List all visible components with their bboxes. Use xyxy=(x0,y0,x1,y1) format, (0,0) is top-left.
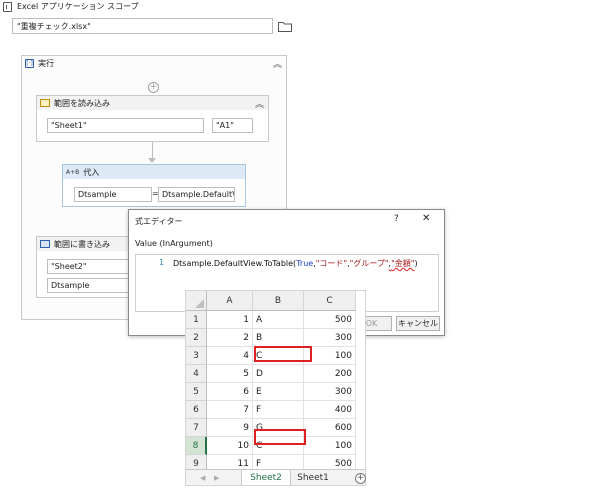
folder-icon xyxy=(277,21,292,32)
dialog-title: 式エディター xyxy=(135,217,183,226)
table-row: 3 4 C 100 xyxy=(186,347,365,365)
sequence-icon: [·] xyxy=(25,58,34,68)
add-sheet-icon[interactable]: + xyxy=(355,473,366,484)
assign-label: 代入 xyxy=(83,167,100,177)
column-header-b[interactable]: B xyxy=(253,291,304,311)
help-icon[interactable]: ? xyxy=(394,214,399,224)
column-header-a[interactable]: A xyxy=(207,291,253,311)
cell-c[interactable]: 500 xyxy=(304,311,356,329)
write-range-header: 範囲に書き込み xyxy=(37,237,140,251)
cell-b[interactable]: E xyxy=(253,383,304,401)
workbook-path-field[interactable]: "重複チェック.xlsx" xyxy=(12,18,273,34)
code-string-amount: "金額" xyxy=(391,259,415,268)
cell-c[interactable]: 300 xyxy=(304,383,356,401)
cell-a[interactable]: 9 xyxy=(207,419,253,437)
assign-value-field[interactable]: Dtsample.DefaultV xyxy=(158,187,235,202)
row-header[interactable]: 5 xyxy=(186,383,207,401)
cell-b[interactable]: A xyxy=(253,311,304,329)
assign-icon: A+B xyxy=(66,168,80,176)
code-string-code: "コード" xyxy=(315,259,348,268)
table-row: 7 9 G 600 xyxy=(186,419,365,437)
excel-icon xyxy=(3,1,12,12)
sequence-label: 実行 xyxy=(38,58,54,68)
row-header[interactable]: 3 xyxy=(186,347,207,365)
add-activity-icon[interactable]: + xyxy=(148,82,159,93)
cell-a[interactable]: 4 xyxy=(207,347,253,365)
cell-b[interactable]: D xyxy=(253,365,304,383)
read-sheet-name-field[interactable]: "Sheet1" xyxy=(47,118,204,133)
cell-a[interactable]: 7 xyxy=(207,401,253,419)
cell-a[interactable]: 5 xyxy=(207,365,253,383)
write-range-icon xyxy=(40,240,50,248)
write-range-activity[interactable]: 範囲に書き込み "Sheet2" Dtsample xyxy=(36,236,142,298)
read-range-header: 範囲を読み込み ︽ xyxy=(37,96,268,110)
table-row: 2 2 B 300 xyxy=(186,329,365,347)
assign-header: A+B 代入 xyxy=(63,165,245,179)
line-number: 1 xyxy=(159,258,165,267)
cell-a[interactable]: 2 xyxy=(207,329,253,347)
cell-c[interactable]: 100 xyxy=(304,347,356,365)
row-header[interactable]: 8 xyxy=(186,437,207,455)
write-range-label: 範囲に書き込み xyxy=(54,239,110,249)
argument-label: Value (InArgument) xyxy=(135,239,213,248)
flow-arrow-icon xyxy=(148,158,156,163)
row-header[interactable]: 4 xyxy=(186,365,207,383)
assign-to-field[interactable]: Dtsample xyxy=(74,187,152,202)
read-range-label: 範囲を読み込み xyxy=(54,98,110,108)
table-row: 5 6 E 300 xyxy=(186,383,365,401)
collapse-icon[interactable]: ︽ xyxy=(273,57,282,70)
excel-scope-header[interactable]: Excel アプリケーション スコープ xyxy=(0,0,305,13)
sheet-tab-sheet1[interactable]: Sheet1 xyxy=(292,470,334,485)
sheet-tab-bar: ◀ ▶ Sheet2 Sheet1 xyxy=(186,469,365,485)
cell-b[interactable]: F xyxy=(253,401,304,419)
cell-a[interactable]: 6 xyxy=(207,383,253,401)
cell-c[interactable]: 300 xyxy=(304,329,356,347)
read-range-activity[interactable]: 範囲を読み込み ︽ "Sheet1" "A1" xyxy=(36,95,269,142)
read-range-icon xyxy=(40,99,50,107)
next-sheet-icon[interactable]: ▶ xyxy=(214,474,219,482)
cell-c[interactable]: 400 xyxy=(304,401,356,419)
spreadsheet: A B C 1 1 A 500 2 2 B 300 3 4 C 100 4 5 D 200 5 6 E 300 6 7 F 4… xyxy=(185,290,366,486)
cell-b[interactable]: B xyxy=(253,329,304,347)
cell-c[interactable]: 100 xyxy=(304,437,356,455)
cell-b[interactable]: C xyxy=(253,437,304,455)
close-icon[interactable]: ✕ xyxy=(422,213,430,224)
table-row: 6 7 F 400 xyxy=(186,401,365,419)
code-keyword: True xyxy=(296,259,314,268)
browse-folder-button[interactable] xyxy=(276,18,293,34)
cell-c[interactable]: 200 xyxy=(304,365,356,383)
select-all-corner[interactable] xyxy=(186,291,207,311)
prev-sheet-icon[interactable]: ◀ xyxy=(200,474,205,482)
row-header[interactable]: 6 xyxy=(186,401,207,419)
row-header[interactable]: 1 xyxy=(186,311,207,329)
cell-a[interactable]: 1 xyxy=(207,311,253,329)
excel-scope-title: Excel アプリケーション スコープ xyxy=(17,2,139,11)
cell-b[interactable]: G xyxy=(253,419,304,437)
code-prefix: Dtsample.DefaultView.ToTable( xyxy=(173,259,297,268)
code-string-group: "グループ" xyxy=(349,259,389,268)
expression-code: Dtsample.DefaultView.ToTable(True,"コード",… xyxy=(173,258,418,269)
row-header[interactable]: 2 xyxy=(186,329,207,347)
row-header[interactable]: 7 xyxy=(186,419,207,437)
cell-a[interactable]: 10 xyxy=(207,437,253,455)
cell-c[interactable]: 600 xyxy=(304,419,356,437)
table-row: 4 5 D 200 xyxy=(186,365,365,383)
collapse-icon[interactable]: ︽ xyxy=(255,97,264,110)
cell-b[interactable]: C xyxy=(253,347,304,365)
table-row: 1 1 A 500 xyxy=(186,311,365,329)
column-header-c[interactable]: C xyxy=(304,291,356,311)
assign-activity[interactable]: A+B 代入 Dtsample = Dtsample.DefaultV xyxy=(62,164,246,207)
sheet-tab-sheet2[interactable]: Sheet2 xyxy=(241,470,291,485)
read-range-field[interactable]: "A1" xyxy=(212,118,253,133)
code-suffix: ) xyxy=(414,259,418,268)
table-row: 8 10 C 100 xyxy=(186,437,365,455)
sequence-header: [·] 実行 ︽ xyxy=(22,56,286,70)
cancel-button[interactable]: キャンセル xyxy=(396,316,440,331)
